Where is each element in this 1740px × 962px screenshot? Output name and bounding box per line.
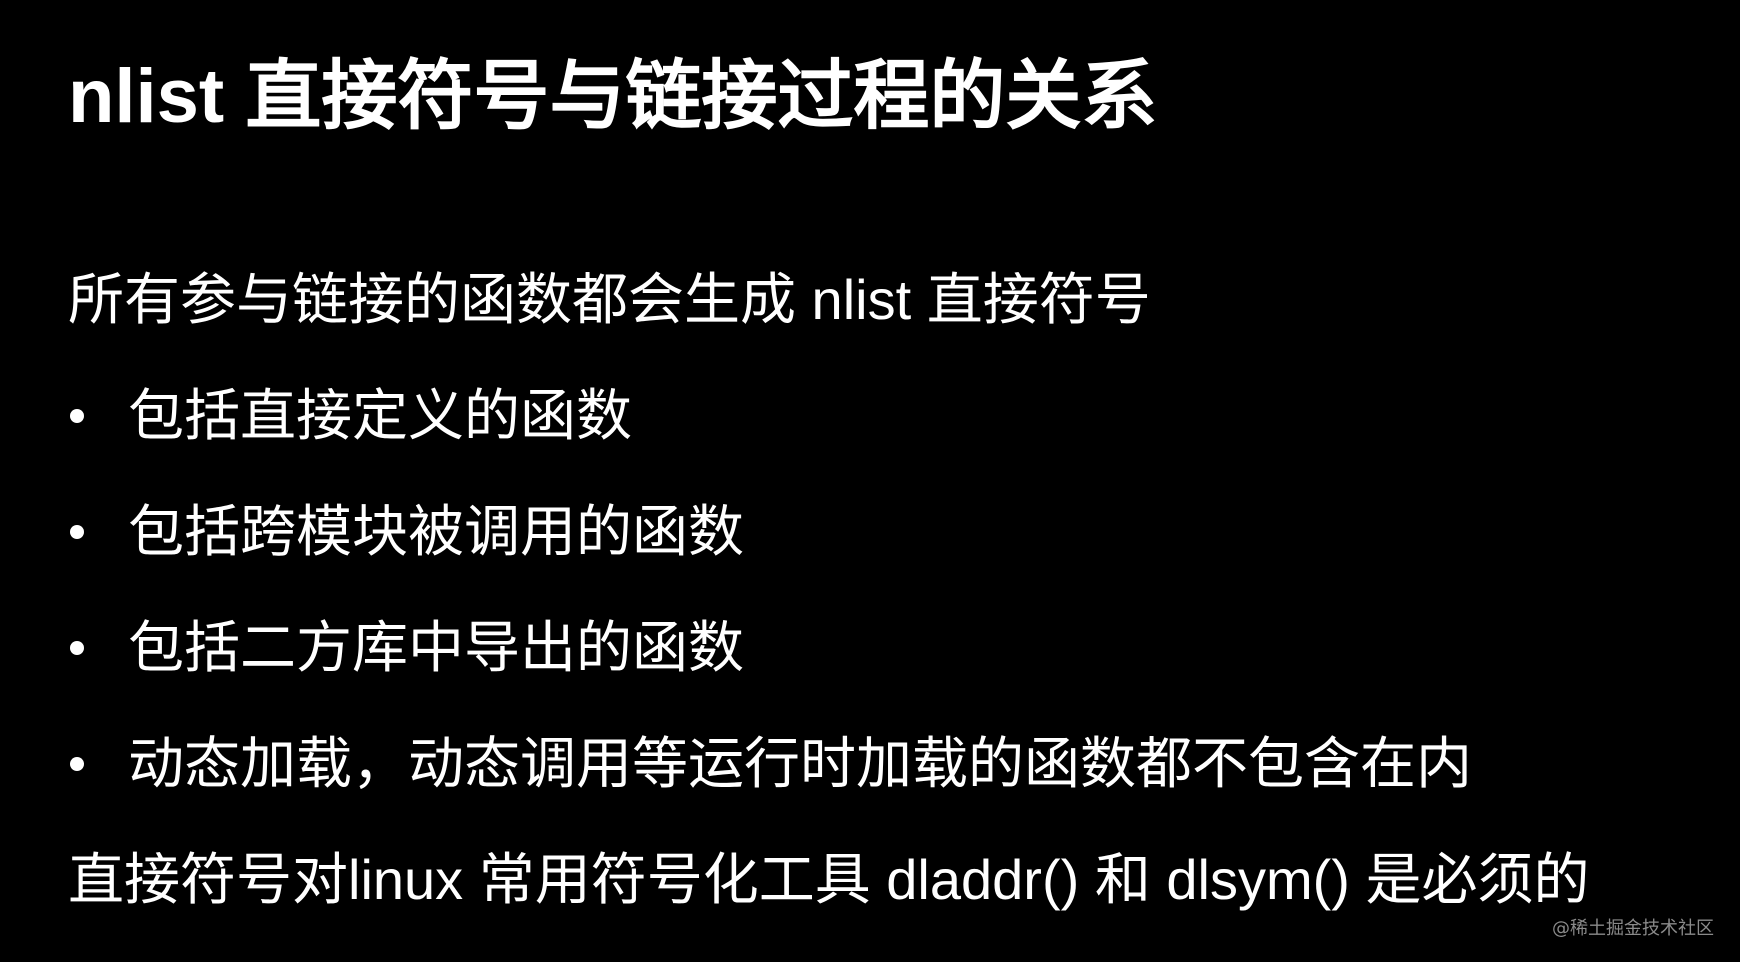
bullet-dot-icon (70, 641, 84, 655)
bullet-text: 包括跨模块被调用的函数 (128, 500, 744, 563)
bullet-text: 包括二方库中导出的函数 (128, 616, 744, 679)
slide-title: nlist 直接符号与链接过程的关系 (68, 54, 1158, 139)
bullet-text: 动态加载，动态调用等运行时加载的函数都不包含在内 (128, 732, 1472, 795)
bullet-text: 包括直接定义的函数 (128, 384, 632, 447)
slide-content: 所有参与链接的函数都会生成 nlist 直接符号 包括直接定义的函数 包括跨模块… (68, 262, 1708, 918)
conclusion-text: 直接符号对linux 常用符号化工具 dladdr() 和 dlsym() 是必… (68, 848, 1590, 911)
watermark-text: @稀土掘金技术社区 (1552, 918, 1714, 939)
bullet-dot-icon (70, 525, 84, 539)
bullet-item: 包括跨模块被调用的函数 (68, 494, 1708, 570)
bullet-item: 包括二方库中导出的函数 (68, 610, 1708, 686)
bullet-dot-icon (70, 757, 84, 771)
bullet-list: 包括直接定义的函数 包括跨模块被调用的函数 包括二方库中导出的函数 动态加载，动… (68, 378, 1708, 802)
bullet-item: 动态加载，动态调用等运行时加载的函数都不包含在内 (68, 726, 1708, 802)
bullet-dot-icon (70, 409, 84, 423)
intro-text: 所有参与链接的函数都会生成 nlist 直接符号 (68, 268, 1151, 331)
bullet-item: 包括直接定义的函数 (68, 378, 1708, 454)
